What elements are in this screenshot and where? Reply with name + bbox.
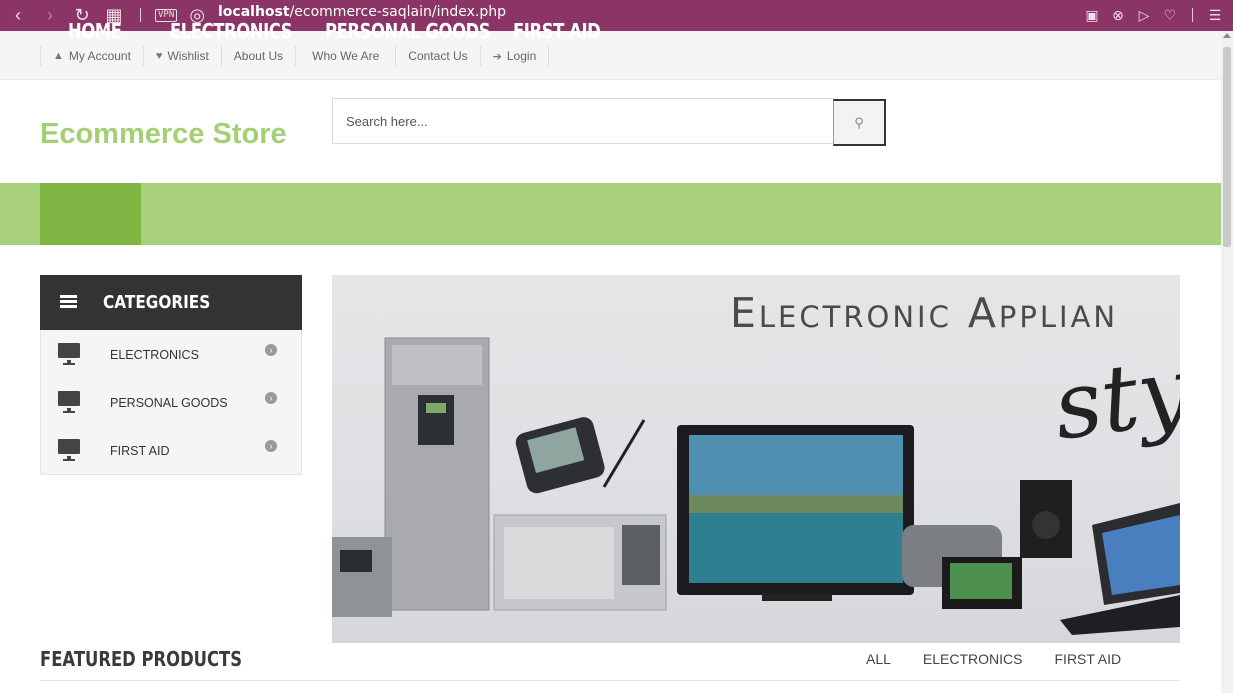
banner-appliances-illustration	[332, 337, 1180, 635]
categories-title: CATEGORIES	[103, 292, 211, 313]
nav-first-aid[interactable]: FIRST AID	[513, 0, 601, 62]
back-icon[interactable]: ‹	[6, 3, 30, 27]
nav-electronics[interactable]: ELECTRONICS	[170, 0, 293, 62]
monitor-icon	[58, 391, 80, 413]
user-icon: ▲	[53, 50, 64, 62]
forward-icon[interactable]: ›	[38, 3, 62, 27]
tablet-device	[515, 417, 605, 494]
small-appliance	[332, 537, 392, 617]
featured-filter-tabs: ALL ELECTRONICS FIRST AID	[866, 651, 1153, 667]
section-divider	[40, 680, 1180, 681]
tab-first-aid[interactable]: FIRST AID	[1055, 651, 1122, 667]
category-label: FIRST AID	[110, 444, 170, 458]
nav-home[interactable]: HOME	[68, 0, 122, 62]
category-label: PERSONAL GOODS	[110, 396, 228, 410]
site-logo[interactable]: Ecommerce Store	[40, 118, 287, 151]
tower-ac-display	[418, 395, 454, 445]
tab-electronics[interactable]: ELECTRONICS	[923, 651, 1023, 667]
toolbar-divider	[140, 8, 141, 22]
login-icon: ➔	[492, 50, 502, 63]
toolbar-divider	[1192, 8, 1193, 22]
arrow-circle-icon: ›	[265, 344, 277, 356]
categories-header: CATEGORIES	[40, 275, 302, 330]
camera-icon[interactable]: ▣	[1082, 3, 1102, 27]
scroll-up-icon[interactable]	[1223, 33, 1231, 38]
nav-personal-goods[interactable]: PERSONAL GOODS	[325, 0, 491, 62]
category-item-first-aid[interactable]: FIRST AID ›	[41, 426, 303, 474]
heart-icon: ♥	[155, 50, 163, 62]
scrollbar-thumb[interactable]	[1223, 47, 1231, 247]
featured-products-title: FEATURED PRODUCTS	[40, 647, 243, 671]
heart-icon[interactable]: ♡	[1160, 3, 1180, 27]
stylus	[602, 419, 646, 488]
arrow-circle-icon: ›	[265, 440, 277, 452]
categories-list: ELECTRONICS › PERSONAL GOODS › FIRST AID…	[40, 330, 302, 475]
tower-ac-vent	[392, 345, 482, 385]
send-icon[interactable]: ▷	[1134, 3, 1154, 27]
hero-banner[interactable]: Electronic Applian sty	[332, 275, 1180, 643]
category-label: ELECTRONICS	[110, 348, 199, 362]
list-icon	[60, 295, 77, 309]
arrow-circle-icon: ›	[265, 392, 277, 404]
category-item-electronics[interactable]: ELECTRONICS ›	[41, 330, 303, 378]
search-input[interactable]	[332, 98, 834, 144]
adblock-icon[interactable]: ⊗	[1108, 3, 1128, 27]
menu-icon[interactable]: ☰	[1205, 3, 1225, 27]
browser-actions: ▣ ⊗ ▷ ♡ ☰	[1082, 3, 1225, 27]
search-icon: ⚲	[854, 114, 864, 130]
nav-active-highlight	[40, 183, 141, 245]
main-nav	[0, 183, 1221, 245]
tab-all[interactable]: ALL	[866, 651, 891, 667]
page-scrollbar[interactable]	[1221, 31, 1233, 693]
monitor-icon	[58, 343, 80, 365]
search-button[interactable]: ⚲	[833, 99, 886, 146]
monitor-icon	[58, 439, 80, 461]
category-item-personal-goods[interactable]: PERSONAL GOODS ›	[41, 378, 303, 426]
